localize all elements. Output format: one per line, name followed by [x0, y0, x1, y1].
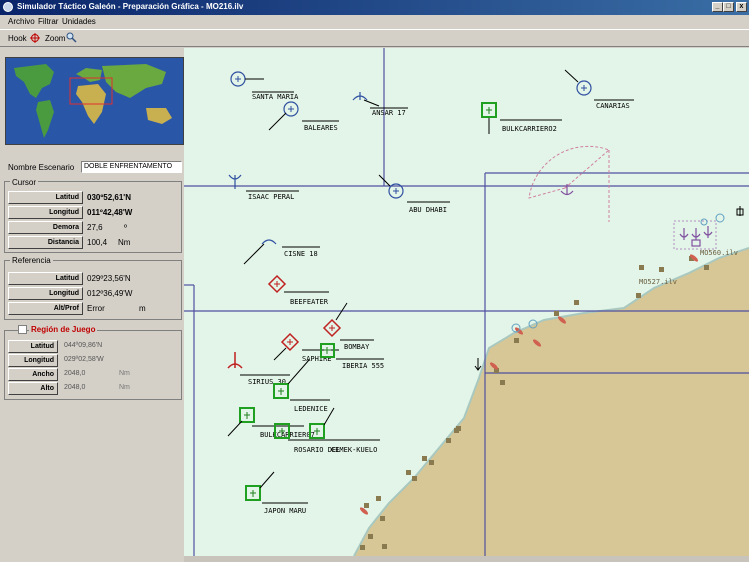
region-lon-value: 029º02,58'W	[64, 356, 104, 363]
world-map	[14, 64, 172, 138]
unit-label-beefeater[interactable]: BEEFEATER	[290, 298, 329, 306]
region-title: Región de Juego	[29, 325, 98, 334]
cursor-title: Cursor	[10, 178, 39, 187]
crosshair-icon[interactable]	[30, 33, 40, 43]
ref-lon-button[interactable]: Longitud	[8, 287, 83, 300]
cursor-lon-value: 011º42,48'W	[87, 208, 133, 217]
cursor-bearing-unit: º	[124, 223, 127, 232]
toolbar: Hook Zoom	[0, 29, 749, 47]
unit-label-japon-maru[interactable]: JAPON MARU	[264, 507, 306, 515]
cursor-bearing-button[interactable]: Demora	[8, 221, 83, 234]
zoom-label[interactable]: Zoom	[45, 34, 65, 43]
region-height-unit: Nm	[119, 384, 130, 391]
ref-alt-value: Error	[87, 304, 105, 313]
menu-unidades[interactable]: Unidades	[62, 17, 96, 26]
region-lat-value: 044º09,86'N	[64, 342, 103, 349]
magnifier-icon[interactable]	[66, 32, 77, 43]
unit-label-cemek-kuelo[interactable]: CEMEK-KUELO	[331, 446, 377, 454]
unit-label-bulkcarrier02[interactable]: BULKCARRIERO2	[502, 125, 557, 133]
ref-lat-button[interactable]: Latitud	[8, 272, 83, 285]
region-checkbox[interactable]	[18, 325, 27, 334]
title-bar: Simulador Táctico Galeón - Preparación G…	[0, 0, 749, 15]
coastline-land	[354, 248, 749, 556]
cursor-distance-button[interactable]: Distancia	[8, 236, 83, 249]
land-label-mo527: MO527.ilv	[639, 278, 677, 286]
close-button[interactable]: x	[736, 2, 747, 12]
ref-alt-unit: m	[139, 304, 146, 313]
unit-label-cisne-18[interactable]: CISNE 18	[284, 250, 318, 258]
region-height-value: 2048,0	[64, 384, 86, 391]
region-lon-button[interactable]: Longitud	[8, 354, 58, 367]
cursor-distance-value: 100,4	[87, 238, 108, 247]
menu-bar: Archivo Filtrar Unidades	[0, 15, 749, 28]
land-label-mo560: MO560.ilv	[700, 249, 738, 257]
app-icon	[3, 2, 13, 12]
region-lat-button[interactable]: Latitud	[8, 340, 58, 353]
unit-cluster-icon	[679, 226, 713, 247]
unit-label-abu-dhabi[interactable]: ABU DHABI	[409, 206, 447, 214]
reference-title: Referencia	[10, 256, 53, 265]
scenario-name-input[interactable]: DOBLE ENFRENTAMENTO	[81, 161, 182, 173]
tactical-map[interactable]: SANTA MARIA BALEARES ANSAR 17 BULKCARRIE…	[184, 48, 749, 556]
menu-archivo[interactable]: Archivo	[8, 17, 35, 26]
unit-label-baleares[interactable]: BALEARES	[304, 124, 338, 132]
region-width-unit: Nm	[119, 370, 130, 377]
cursor-lat-value: 030º52,61'N	[87, 193, 131, 202]
cursor-distance-unit: Nm	[118, 238, 131, 247]
region-width-value: 2048,0	[64, 370, 86, 377]
map-horizontal-scrollbar[interactable]	[184, 556, 749, 562]
region-height-button[interactable]: Alto	[8, 382, 58, 395]
unit-label-isaac-peral[interactable]: ISAAC PERAL	[248, 193, 294, 201]
ref-lon-value: 012º36,49'W	[87, 289, 133, 298]
ref-lat-value: 029º23,56'N	[87, 274, 131, 283]
cursor-lon-button[interactable]: Longitud	[8, 206, 83, 219]
ref-alt-button[interactable]: Alt/Prof	[8, 302, 83, 315]
scenario-label: Nombre Escenario	[8, 163, 75, 172]
cursor-bearing-value: 27,6	[87, 223, 103, 232]
maximize-button[interactable]: □	[723, 2, 734, 12]
unit-label-ledenice[interactable]: LEDENICE	[294, 405, 328, 413]
unit-label-canarias[interactable]: CANARIAS	[596, 102, 630, 110]
hook-label[interactable]: Hook	[8, 34, 27, 43]
window-title: Simulador Táctico Galeón - Preparación G…	[17, 2, 244, 11]
unit-label-santa-maria[interactable]: SANTA MARIA	[252, 93, 299, 101]
unit-label-iberia-555[interactable]: IBERIA 555	[342, 362, 384, 370]
unit-label-ansar-17[interactable]: ANSAR 17	[372, 109, 406, 117]
minimize-button[interactable]: _	[712, 2, 723, 12]
cursor-lat-button[interactable]: Latitud	[8, 191, 83, 204]
unit-label-bombay[interactable]: BOMBAY	[344, 343, 370, 351]
overview-minimap[interactable]	[5, 57, 184, 145]
region-width-button[interactable]: Ancho	[8, 368, 58, 381]
menu-filtrar[interactable]: Filtrar	[38, 17, 58, 26]
